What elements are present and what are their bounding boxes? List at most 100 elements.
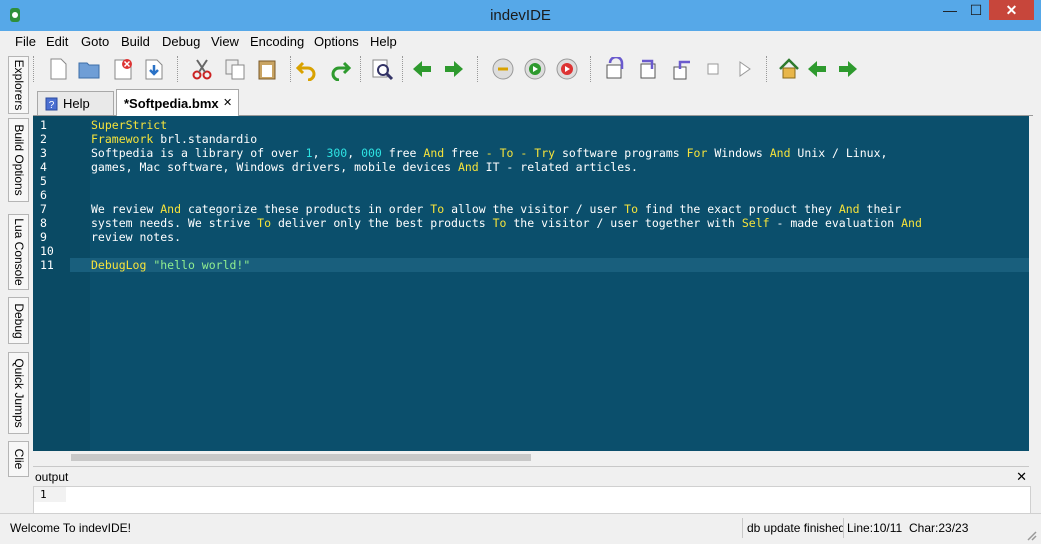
tab-close-icon[interactable]: ✕ [223,96,232,109]
line-number: 1 [40,118,47,132]
toolbar-separator [477,56,479,82]
title-bar: indevIDE — ☐ ✕ [0,0,1041,32]
toolbar-separator [33,56,35,82]
scrollbar-thumb[interactable] [71,454,531,461]
menu-bar: File Edit Goto Build Debug View Encoding… [0,31,1041,52]
new-file-icon[interactable] [46,57,70,81]
window-title: indevIDE [490,7,551,24]
editor-tabs: ? Help *Softpedia.bmx ✕ [33,88,1033,116]
line-number: 2 [40,132,47,146]
side-tab-lua-console[interactable]: Lua Console [8,214,29,290]
code-line-8: review notes. [91,230,182,244]
toolbar-separator [766,56,768,82]
close-file-icon[interactable] [111,57,135,81]
resize-grip-icon[interactable] [1025,529,1037,541]
copy-icon[interactable] [223,57,247,81]
menu-build[interactable]: Build [121,34,150,49]
fold-margin [70,116,90,451]
status-separator [843,518,844,538]
line-number: 6 [40,188,47,202]
horizontal-scrollbar[interactable] [33,451,1029,464]
run-icon[interactable] [523,57,547,81]
build-icon[interactable] [491,57,515,81]
minimize-button[interactable]: — [937,0,963,20]
side-tab-label: Debug [11,302,26,339]
side-tab-label: Build Options [11,124,26,196]
menu-encoding[interactable]: Encoding [250,34,304,49]
output-close-icon[interactable]: ✕ [1016,469,1027,485]
undo-icon[interactable] [295,57,319,81]
status-line: Line:10/11 [847,521,903,535]
help-icon: ? [45,97,58,111]
menu-help[interactable]: Help [370,34,397,49]
output-title: output [35,470,69,484]
side-tab-debug[interactable]: Debug [8,297,29,344]
side-tab-build-options[interactable]: Build Options [8,118,29,202]
step-icon[interactable] [604,57,628,81]
status-char: Char:23/23 [909,521,969,535]
side-panel-strip: Explorers Build Options Lua Console Debu… [0,52,30,543]
line-number: 3 [40,146,47,160]
code-line-2: Framework brl.standardio [91,132,258,146]
paste-icon[interactable] [255,57,279,81]
code-line-7: system needs. We strive To deliver only … [91,216,922,230]
line-number: 7 [40,202,47,216]
forward-icon[interactable] [442,57,466,81]
svg-text:?: ? [49,100,55,111]
side-tab-clie[interactable]: Clie [8,441,29,477]
close-window-button[interactable]: ✕ [989,0,1034,20]
back-icon[interactable] [410,57,434,81]
menu-view[interactable]: View [211,34,239,49]
tab-help[interactable]: ? Help [37,91,114,115]
nav-forward-icon[interactable] [836,57,860,81]
line-number: 10 [40,244,54,258]
cut-icon[interactable] [190,57,214,81]
code-editor[interactable]: 1 2 3 4 5 6 7 8 9 10 11 SuperStrict Fram… [33,116,1029,451]
status-separator [742,518,743,538]
tab-label: Help [63,96,90,111]
tab-softpedia[interactable]: *Softpedia.bmx ✕ [116,89,239,116]
side-tab-label: Quick Jumps [11,358,26,428]
menu-file[interactable]: File [15,34,36,49]
find-icon[interactable] [370,57,394,81]
continue-icon[interactable] [732,57,756,81]
toolbar-separator [402,56,404,82]
line-number: 5 [40,174,47,188]
menu-edit[interactable]: Edit [46,34,68,49]
toolbar-separator [177,56,179,82]
code-line-11: DebugLog "hello world!" [91,258,251,272]
side-tab-explorers[interactable]: Explorers [8,56,29,114]
status-bar: Welcome To indevIDE! db update finished … [0,513,1041,544]
step-out-icon[interactable] [670,57,694,81]
nav-back-icon[interactable] [805,57,829,81]
stop-icon[interactable] [555,57,579,81]
menu-debug[interactable]: Debug [162,34,200,49]
toolbar-separator [360,56,362,82]
side-tab-label: Lua Console [11,218,26,286]
code-line-4: games, Mac software, Windows drivers, mo… [91,160,638,174]
maximize-button[interactable]: ☐ [963,0,989,20]
output-panel[interactable]: 1 [33,486,1031,514]
line-number: 8 [40,216,47,230]
line-number-gutter [33,116,70,451]
menu-goto[interactable]: Goto [81,34,109,49]
pause-icon[interactable] [701,57,725,81]
step-into-icon[interactable] [636,57,660,81]
status-db: db update finished [747,521,843,535]
home-icon[interactable] [777,57,801,81]
toolbar-separator [290,56,292,82]
output-gutter [34,487,66,502]
open-folder-icon[interactable] [77,57,101,81]
line-number: 4 [40,160,47,174]
save-icon[interactable] [142,57,166,81]
redo-icon[interactable] [328,57,352,81]
side-tab-quick-jumps[interactable]: Quick Jumps [8,352,29,434]
toolbar [30,52,1041,86]
side-tab-label: Clie [11,448,26,470]
menu-options[interactable]: Options [314,34,359,49]
code-line-6: We review And categorize these products … [91,202,902,216]
side-tab-label: Explorers [11,59,26,111]
code-line-1: SuperStrict [91,118,168,132]
line-number: 11 [40,258,54,272]
status-message: Welcome To indevIDE! [10,521,131,535]
